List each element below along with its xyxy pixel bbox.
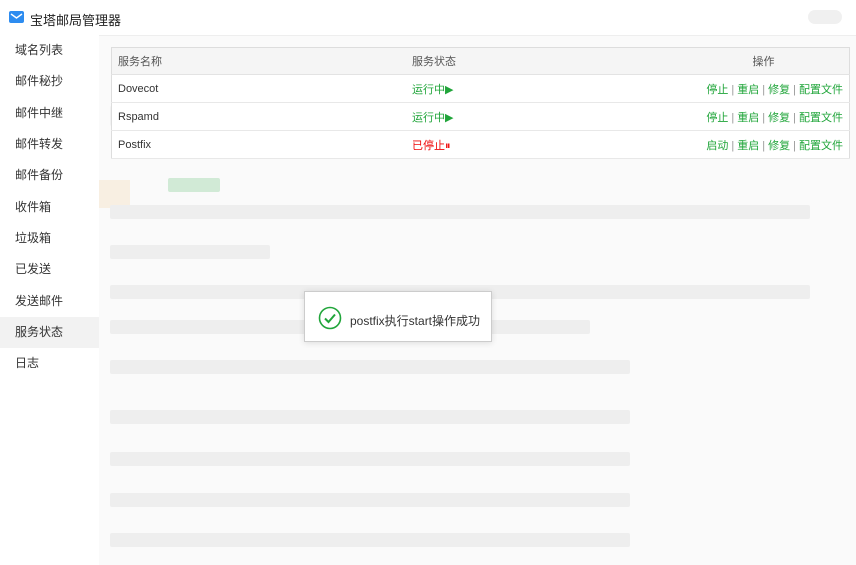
- service-action-link[interactable]: 重启: [737, 140, 759, 152]
- service-action-link[interactable]: 配置文件: [799, 112, 843, 124]
- sidebar-item[interactable]: 邮件秘抄: [0, 66, 99, 97]
- window-controls[interactable]: [808, 10, 842, 24]
- service-actions: 停止 | 重启 | 修复 | 配置文件: [678, 102, 850, 131]
- column-header-actions: 操作: [678, 47, 850, 75]
- action-separator: |: [731, 83, 735, 96]
- service-action-link[interactable]: 启动: [706, 140, 728, 152]
- service-action-link[interactable]: 修复: [768, 140, 790, 152]
- service-name: Dovecot: [111, 74, 406, 103]
- sidebar-item[interactable]: 邮件备份: [0, 160, 99, 191]
- sidebar-nav: 域名列表 邮件秘抄 邮件中继 邮件转发 邮件备份 收件箱 垃圾箱 已发送 发送邮件 服务状态 日志: [0, 35, 99, 565]
- action-separator: |: [793, 139, 796, 152]
- mail-app-icon: [9, 11, 24, 23]
- services-table: 服务名称 服务状态 操作 Dovecot 运行中▶ 停止 | 重启 | 修复 | 配置文件 Rsp…: [111, 47, 850, 159]
- service-action-link[interactable]: 停止: [706, 112, 728, 124]
- action-separator: |: [762, 139, 766, 152]
- play-icon: ▶: [445, 83, 454, 96]
- toast-message: postfix执行start操作成功: [350, 314, 481, 328]
- sidebar-item[interactable]: 服务状态: [0, 317, 99, 348]
- window-titlebar: 宝塔邮局管理器: [0, 0, 856, 36]
- action-separator: |: [731, 111, 735, 124]
- service-action-link[interactable]: 配置文件: [799, 140, 843, 152]
- service-row: Dovecot 运行中▶ 停止 | 重启 | 修复 | 配置文件: [111, 74, 850, 103]
- check-circle-icon: [318, 306, 342, 330]
- service-action-link[interactable]: 停止: [706, 84, 728, 96]
- service-status: 运行中: [412, 111, 445, 124]
- service-name: Postfix: [111, 130, 406, 159]
- service-actions: 停止 | 重启 | 修复 | 配置文件: [678, 74, 850, 103]
- service-row: Postfix 已停止⏸ 启动 | 重启 | 修复 | 配置文件: [111, 130, 850, 159]
- action-separator: |: [793, 83, 796, 96]
- service-name: Rspamd: [111, 102, 406, 131]
- service-status: 已停止: [412, 139, 445, 152]
- sidebar-item[interactable]: 发送邮件: [0, 286, 99, 317]
- action-separator: |: [731, 139, 735, 152]
- service-action-link[interactable]: 重启: [737, 112, 759, 124]
- sidebar-item[interactable]: 日志: [0, 348, 99, 379]
- action-separator: |: [762, 83, 766, 96]
- sidebar-item[interactable]: 域名列表: [0, 35, 99, 66]
- service-action-link[interactable]: 修复: [768, 84, 790, 96]
- action-separator: |: [793, 111, 796, 124]
- service-status: 运行中: [412, 83, 445, 96]
- sidebar-item[interactable]: 垃圾箱: [0, 223, 99, 254]
- services-table-header: 服务名称 服务状态 操作: [111, 47, 850, 75]
- action-separator: |: [762, 111, 766, 124]
- success-toast: postfix执行start操作成功: [304, 291, 492, 342]
- service-action-link[interactable]: 重启: [737, 84, 759, 96]
- service-status-cell: 运行中▶: [406, 74, 678, 103]
- play-icon: ▶: [445, 111, 454, 124]
- service-row: Rspamd 运行中▶ 停止 | 重启 | 修复 | 配置文件: [111, 102, 850, 131]
- column-header-status: 服务状态: [406, 47, 678, 75]
- service-actions: 启动 | 重启 | 修复 | 配置文件: [678, 130, 850, 159]
- service-status-cell: 运行中▶: [406, 102, 678, 131]
- sidebar-item[interactable]: 邮件转发: [0, 129, 99, 160]
- column-header-name: 服务名称: [111, 47, 406, 75]
- sidebar-item[interactable]: 收件箱: [0, 192, 99, 223]
- service-action-link[interactable]: 修复: [768, 112, 790, 124]
- service-action-link[interactable]: 配置文件: [799, 84, 843, 96]
- sidebar-item[interactable]: 邮件中继: [0, 98, 99, 129]
- service-status-cell: 已停止⏸: [406, 130, 678, 159]
- window-title: 宝塔邮局管理器: [30, 13, 122, 28]
- pause-icon: ⏸: [445, 139, 451, 152]
- sidebar-item[interactable]: 已发送: [0, 254, 99, 285]
